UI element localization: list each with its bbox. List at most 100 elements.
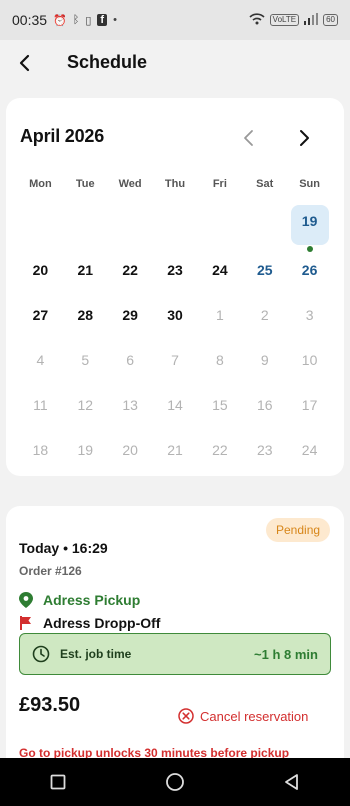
signal-icon: [304, 12, 319, 28]
day-cell[interactable]: 21: [63, 262, 108, 278]
bluetooth-icon: ᛒ: [72, 14, 80, 26]
day-cell-disabled: 22: [212, 441, 228, 458]
alarm-icon: ⏰: [53, 14, 67, 27]
day-cell-disabled: 16: [256, 396, 273, 413]
est-label: Est. job time: [60, 647, 132, 661]
weekday-label: Mon: [29, 178, 52, 190]
chevron-left-icon: [19, 54, 30, 72]
day-cell[interactable]: 20: [18, 262, 63, 278]
calendar-card: April 2026 Mon Tue Wed Thu Fri Sat Sun 1…: [6, 98, 344, 476]
app-header: Schedule: [0, 40, 350, 88]
event-dot-icon: [306, 245, 313, 252]
day-cell-disabled: 11: [33, 396, 48, 413]
day-cell[interactable]: 28: [63, 307, 108, 323]
status-time: 00:35: [12, 12, 48, 28]
system-nav-bar: [0, 758, 350, 806]
back-button[interactable]: [14, 52, 36, 74]
week-row: 19: [18, 202, 332, 252]
calendar-grid: Mon Tue Wed Thu Fri Sat Sun 19 20 21 22 …: [18, 174, 332, 472]
price: £93.50: [19, 694, 81, 716]
weekday-row: Mon Tue Wed Thu Fri Sat Sun: [18, 174, 332, 194]
wifi-icon: [249, 12, 265, 28]
flag-icon: [20, 616, 31, 630]
cancel-label: Cancel reservation: [200, 708, 309, 724]
next-month-button[interactable]: [296, 128, 312, 148]
day-number: 19: [301, 212, 318, 229]
day-cell-disabled: 12: [77, 396, 94, 413]
back-nav-button[interactable]: [277, 767, 307, 797]
day-cell[interactable]: 22: [108, 262, 153, 278]
day-cell-disabled: 2: [260, 306, 269, 323]
day-cell[interactable]: 24: [197, 262, 242, 278]
day-cell-today[interactable]: 19: [287, 204, 332, 252]
est-value: ~1 h 8 min: [254, 646, 318, 662]
day-cell-disabled: 19: [77, 441, 94, 458]
square-icon: [50, 774, 66, 790]
day-cell-disabled: 1: [215, 306, 224, 323]
chevron-left-icon: [244, 130, 253, 146]
day-cell-disabled: 23: [256, 441, 273, 458]
day-cell-disabled: 3: [305, 306, 314, 323]
order-card[interactable]: Pending Today • 16:29 Order #126 Adress …: [6, 506, 344, 776]
status-bar: 00:35 ⏰ ᛒ ▯ f • VoLTE 60: [0, 0, 350, 40]
order-time: Today • 16:29: [19, 540, 108, 556]
day-cell-disabled: 20: [122, 441, 138, 458]
vibrate-icon: ▯: [85, 14, 92, 27]
week-row: 4 5 6 7 8 9 10: [18, 337, 332, 382]
day-cell-disabled: 5: [81, 351, 90, 368]
day-cell-disabled: 17: [301, 396, 318, 413]
home-button[interactable]: [160, 767, 190, 797]
day-cell-weekend[interactable]: 25: [242, 262, 287, 278]
day-cell-disabled: 4: [36, 351, 45, 368]
triangle-back-icon: [284, 774, 298, 790]
chevron-right-icon: [300, 130, 309, 146]
day-cell-disabled: 8: [215, 351, 224, 368]
weekday-label: Sat: [256, 178, 274, 190]
status-icons: ⏰ ᛒ ▯ f •: [53, 14, 117, 27]
status-right: VoLTE 60: [249, 12, 338, 28]
week-row: 11 12 13 14 15 16 17: [18, 382, 332, 427]
day-cell-disabled: 10: [301, 351, 318, 368]
week-row: 27 28 29 30 1 2 3: [18, 292, 332, 337]
cancel-reservation-button[interactable]: Cancel reservation: [178, 708, 308, 724]
pickup-address: Adress Pickup: [19, 592, 140, 608]
circle-icon: [166, 773, 184, 791]
status-badge: Pending: [266, 518, 331, 542]
week-row: 20 21 22 23 24 25 26: [18, 247, 332, 292]
day-cell-disabled: 18: [32, 441, 49, 458]
dropoff-label: Adress Dropp-Off: [43, 615, 161, 631]
battery-icon: 60: [323, 14, 338, 26]
weekday-label: Thu: [164, 178, 186, 190]
dot-icon: •: [113, 14, 117, 26]
week-row: 18 19 20 21 22 23 24: [18, 427, 332, 472]
day-cell[interactable]: 29: [108, 307, 153, 323]
day-cell-disabled: 6: [126, 351, 135, 368]
location-pin-icon: [19, 592, 33, 608]
day-cell-disabled: 7: [171, 351, 179, 368]
weekday-label: Tue: [75, 178, 95, 190]
day-cell-disabled: 21: [167, 441, 183, 458]
weekday-label: Wed: [118, 178, 142, 190]
day-cell[interactable]: 23: [153, 262, 198, 278]
day-cell-disabled: 24: [301, 441, 318, 458]
dropoff-address: Adress Dropp-Off: [19, 615, 160, 631]
weekday-label: Fri: [212, 178, 227, 190]
day-cell-disabled: 14: [167, 396, 183, 413]
clock-icon: [32, 645, 50, 663]
close-circle-icon: [178, 708, 194, 724]
page-title: Schedule: [67, 52, 148, 72]
recents-button[interactable]: [43, 767, 73, 797]
month-label: April 2026: [20, 126, 105, 146]
day-cell[interactable]: 30: [153, 307, 198, 323]
day-cell[interactable]: 27: [18, 307, 63, 323]
pickup-label: Adress Pickup: [43, 592, 141, 608]
day-cell-disabled: 9: [260, 351, 269, 368]
weekday-label: Sun: [299, 178, 320, 190]
order-number: Order #126: [19, 564, 82, 578]
prev-month-button[interactable]: [241, 128, 257, 148]
day-cell-disabled: 13: [122, 396, 138, 413]
day-cell-weekend[interactable]: 26: [287, 262, 332, 278]
volte-icon: VoLTE: [269, 14, 300, 26]
day-cell-disabled: 15: [212, 396, 228, 413]
estimated-time-box: Est. job time ~1 h 8 min: [19, 633, 331, 675]
